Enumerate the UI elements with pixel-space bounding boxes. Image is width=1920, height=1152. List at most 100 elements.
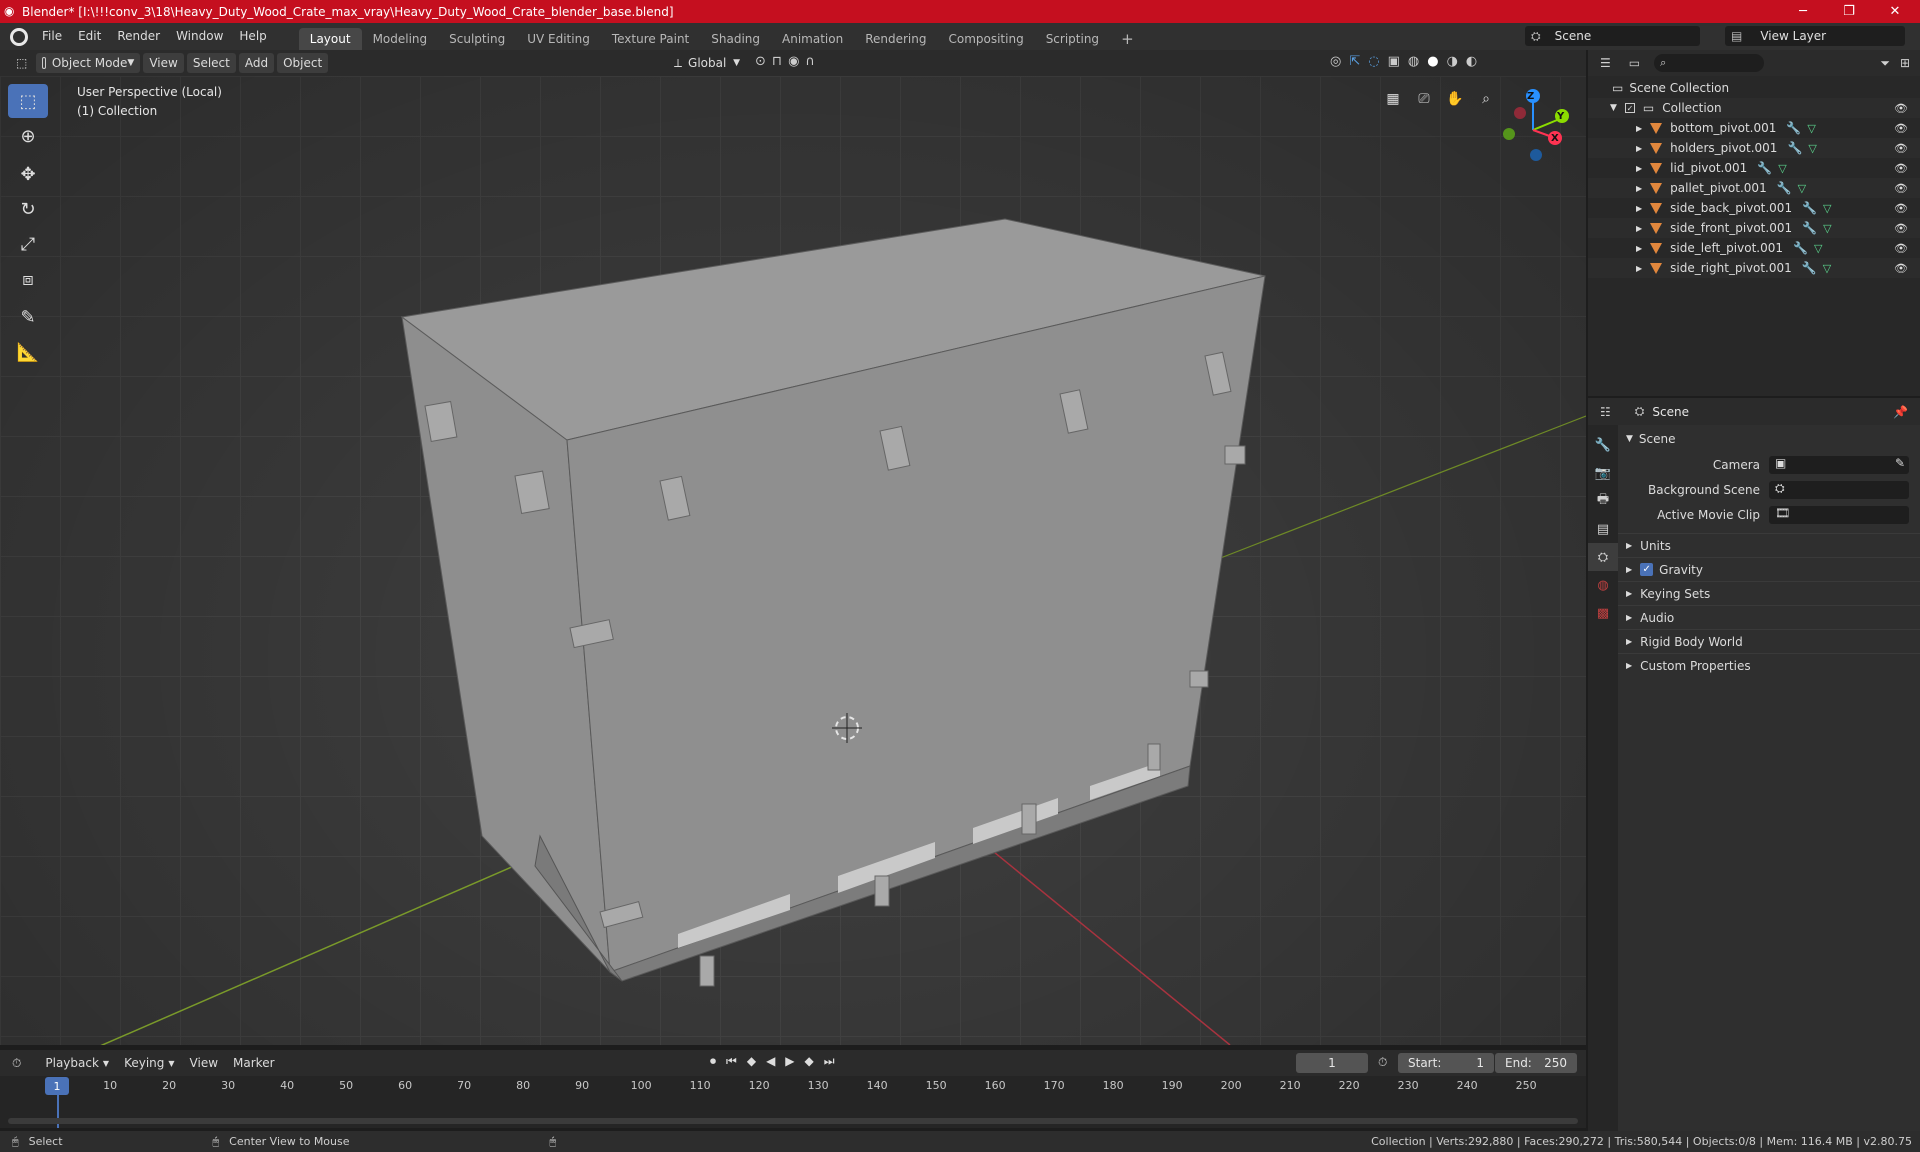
view-layer-tab-icon[interactable]: ▤ xyxy=(1588,515,1618,543)
active-movie-clip-field[interactable]: 🎞 xyxy=(1769,506,1909,524)
expand-arrow-icon[interactable]: ▶ xyxy=(1636,164,1642,173)
minimize-button[interactable]: ─ xyxy=(1780,0,1826,23)
menu-help[interactable]: Help xyxy=(231,23,274,50)
tab-uv-editing[interactable]: UV Editing xyxy=(516,28,601,50)
eye-icon[interactable]: 👁 xyxy=(1894,162,1908,175)
next-keyframe-icon[interactable]: ◆ xyxy=(805,1054,814,1069)
timeline[interactable]: 1 10 20 30 40 50 60 70 80 90 100 110 120 130 140 150 16… xyxy=(0,1076,1586,1128)
outliner-scene-collection[interactable]: ▭ Scene Collection xyxy=(1588,78,1920,98)
3d-viewport[interactable]: Z Y X User Perspective (Local) (1) Colle… xyxy=(0,76,1586,1045)
outliner-item[interactable]: ▶ side_right_pivot.001 🔧 ▽ 👁 xyxy=(1588,258,1920,278)
render-tab-icon[interactable]: 📷 xyxy=(1588,459,1618,487)
eye-icon[interactable]: 👁 xyxy=(1894,262,1908,275)
eyedropper-icon[interactable]: ✎ xyxy=(1895,456,1905,470)
maximize-button[interactable]: ❐ xyxy=(1826,0,1872,23)
tab-animation[interactable]: Animation xyxy=(771,28,854,50)
expand-arrow-icon[interactable]: ▶ xyxy=(1636,224,1642,233)
menu-edit[interactable]: Edit xyxy=(70,23,109,50)
outliner-editor-icon[interactable]: ☰ xyxy=(1600,56,1611,70)
properties-editor-icon[interactable]: ☷ xyxy=(1600,405,1611,419)
eye-icon[interactable]: 👁 xyxy=(1894,102,1908,115)
new-collection-icon[interactable]: ⊞ xyxy=(1900,56,1910,70)
eye-icon[interactable]: 👁 xyxy=(1894,222,1908,235)
outliner-item[interactable]: ▶ lid_pivot.001 🔧 ▽ 👁 xyxy=(1588,158,1920,178)
background-scene-field[interactable]: ⛭ xyxy=(1769,481,1909,499)
start-frame-field[interactable]: Start: 1 xyxy=(1398,1053,1494,1073)
jump-start-icon[interactable]: ⏮ xyxy=(726,1054,737,1069)
play-reverse-icon[interactable]: ◀ xyxy=(766,1054,775,1069)
tool-tab-icon[interactable]: 🔧 xyxy=(1588,431,1618,459)
expand-arrow-icon[interactable]: ▶ xyxy=(1636,264,1642,273)
tab-sculpting[interactable]: Sculpting xyxy=(438,28,516,50)
keying-sets-panel-header[interactable]: ▶ Keying Sets xyxy=(1618,581,1920,605)
timeline-editor-icon[interactable]: ⏱ xyxy=(12,1056,21,1071)
collection-checkbox[interactable]: ✓ xyxy=(1624,103,1635,113)
measure-tool-icon[interactable]: 📐 xyxy=(8,335,48,369)
expand-arrow-icon[interactable]: ▶ xyxy=(1636,204,1642,213)
menu-render[interactable]: Render xyxy=(109,23,168,50)
tab-modeling[interactable]: Modeling xyxy=(362,28,439,50)
menu-add[interactable]: Add xyxy=(238,53,275,73)
editor-type-button[interactable]: ⬚ xyxy=(10,53,33,73)
transform-tool-icon[interactable]: ⧈ xyxy=(8,262,48,296)
tab-shading[interactable]: Shading xyxy=(700,28,771,50)
eye-icon[interactable]: 👁 xyxy=(1894,122,1908,135)
preview-range-icon[interactable]: ⏱ xyxy=(1378,1055,1387,1070)
outliner-item[interactable]: ▶ side_back_pivot.001 🔧 ▽ 👁 xyxy=(1588,198,1920,218)
tab-scripting[interactable]: Scripting xyxy=(1035,28,1110,50)
menu-object[interactable]: Object xyxy=(277,53,329,73)
eye-icon[interactable]: 👁 xyxy=(1894,142,1908,155)
play-icon[interactable]: ▶ xyxy=(785,1054,794,1069)
tab-compositing[interactable]: Compositing xyxy=(937,28,1034,50)
scene-selector[interactable]: ⛭ Scene xyxy=(1525,26,1700,46)
select-box-tool-icon[interactable]: ⬚ xyxy=(8,84,48,118)
orientation-dropdown[interactable]: ⟂ Global ▼ xyxy=(668,53,746,73)
expand-arrow-icon[interactable]: ▶ xyxy=(1636,144,1642,153)
outliner-item[interactable]: ▶ holders_pivot.001 🔧 ▽ 👁 xyxy=(1588,138,1920,158)
scene-tab-icon[interactable]: ⛭ xyxy=(1588,543,1618,571)
eye-icon[interactable]: 👁 xyxy=(1894,182,1908,195)
close-button[interactable]: ✕ xyxy=(1872,0,1918,23)
jump-end-icon[interactable]: ⏭ xyxy=(824,1054,835,1069)
current-frame-marker[interactable]: 1 xyxy=(45,1077,69,1095)
eye-icon[interactable]: 👁 xyxy=(1894,242,1908,255)
audio-panel-header[interactable]: ▶ Audio xyxy=(1618,605,1920,629)
view-layer-selector[interactable]: ▤ View Layer xyxy=(1725,26,1905,46)
marker-menu[interactable]: Marker xyxy=(227,1053,280,1073)
menu-file[interactable]: File xyxy=(34,23,70,50)
outliner-search-input[interactable]: ⌕ xyxy=(1654,54,1765,72)
eye-icon[interactable]: 👁 xyxy=(1894,202,1908,215)
gravity-panel-header[interactable]: ▶ ✓ Gravity xyxy=(1618,557,1920,581)
timeline-view-menu[interactable]: View xyxy=(184,1053,224,1073)
units-panel-header[interactable]: ▶ Units xyxy=(1618,533,1920,557)
filter-icon[interactable]: ⏷ xyxy=(1880,56,1890,71)
menu-select[interactable]: Select xyxy=(186,53,236,73)
outliner-collection[interactable]: ▼ ✓ ▭ Collection 👁 xyxy=(1588,98,1920,118)
expand-arrow-icon[interactable]: ▼ xyxy=(1610,103,1617,113)
expand-arrow-icon[interactable]: ▶ xyxy=(1636,124,1642,133)
menu-view[interactable]: View xyxy=(143,53,184,73)
gravity-checkbox[interactable]: ✓ xyxy=(1640,563,1654,576)
expand-arrow-icon[interactable]: ▶ xyxy=(1636,184,1642,193)
outliner-item[interactable]: ▶ side_front_pivot.001 🔧 ▽ 👁 xyxy=(1588,218,1920,238)
scale-tool-icon[interactable]: ⤢ xyxy=(8,227,48,261)
blender-logo-icon[interactable] xyxy=(10,27,28,46)
tab-texture-paint[interactable]: Texture Paint xyxy=(601,28,700,50)
current-frame-field[interactable]: 1 xyxy=(1296,1053,1368,1073)
playback-menu[interactable]: Playback ▼ xyxy=(39,1053,115,1073)
prev-keyframe-icon[interactable]: ◆ xyxy=(747,1054,756,1069)
camera-field[interactable]: ▣ ✎ xyxy=(1769,456,1909,474)
annotate-tool-icon[interactable]: ✎ xyxy=(8,300,48,334)
tab-rendering[interactable]: Rendering xyxy=(854,28,937,50)
camera-view-icon[interactable]: ⎚ xyxy=(1411,86,1437,112)
cursor-tool-icon[interactable]: ⊕ xyxy=(8,119,48,153)
record-icon[interactable]: ⏺ xyxy=(710,1054,716,1069)
add-workspace-button[interactable]: + xyxy=(1110,28,1145,50)
mode-dropdown[interactable]: Object Mode ▼ xyxy=(36,53,141,73)
texture-tab-icon[interactable]: ▩ xyxy=(1588,599,1618,627)
grid-view-icon[interactable]: ▦ xyxy=(1380,86,1406,112)
pin-icon[interactable]: 📌 xyxy=(1893,405,1908,419)
zoom-icon[interactable]: ⌕ xyxy=(1473,86,1499,112)
keying-menu[interactable]: Keying ▼ xyxy=(118,1053,180,1073)
move-tool-icon[interactable]: ✥ xyxy=(8,157,48,191)
